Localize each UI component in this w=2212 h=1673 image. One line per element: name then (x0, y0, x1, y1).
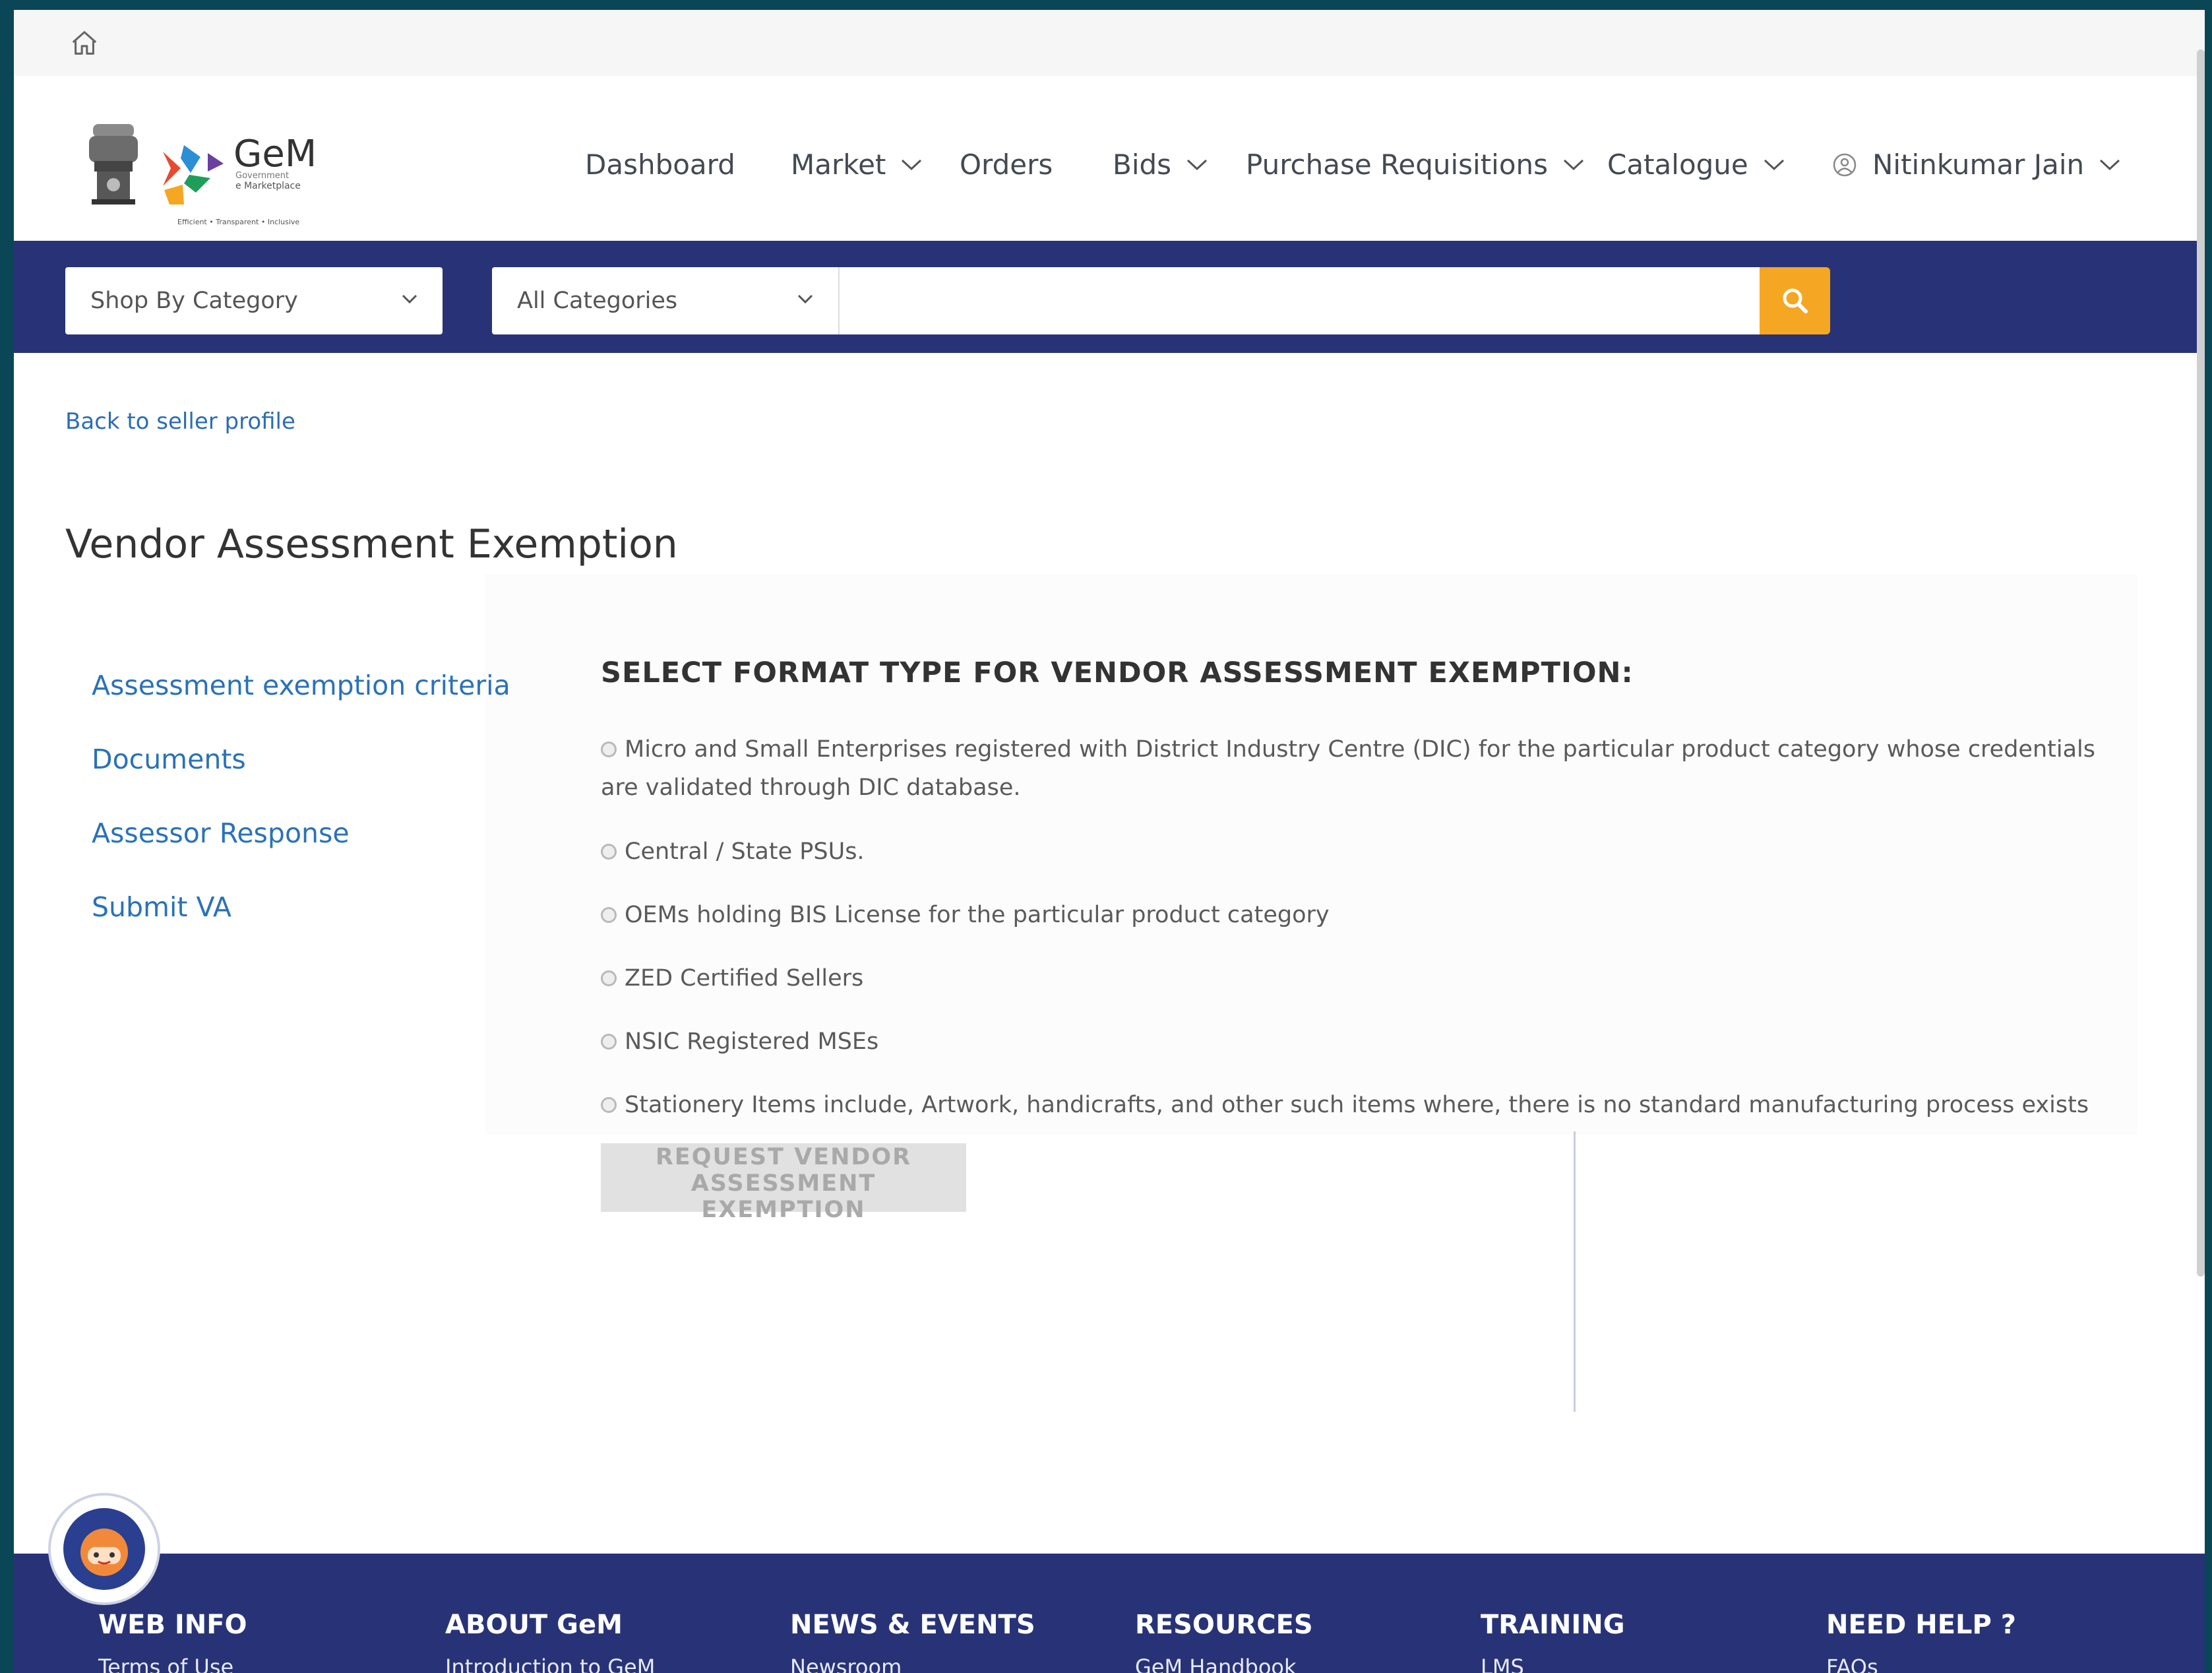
nav-catalogue[interactable]: Catalogue (1607, 148, 1785, 181)
search-bar: Shop By Category All Categories (14, 241, 2205, 353)
chat-assistant-icon (63, 1508, 145, 1590)
sidebar-nav: Assessment exemption criteria Documents … (92, 670, 510, 965)
chevron-down-icon (902, 159, 922, 170)
footer-heading: NEWS & EVENTS (790, 1610, 1035, 1640)
user-name: Nitinkumar Jain (1872, 148, 2085, 181)
radio-button[interactable] (601, 1097, 617, 1113)
radio-button[interactable] (601, 742, 617, 757)
nav-orders-label: Orders (960, 148, 1053, 181)
nav-dashboard-label: Dashboard (585, 148, 735, 181)
all-categories-label: All Categories (517, 288, 678, 314)
nav-orders[interactable]: Orders (960, 148, 1053, 181)
option-stationery-items[interactable]: Stationery Items include, Artwork, handi… (601, 1086, 2131, 1124)
option-label: OEMs holding BIS License for the particu… (625, 902, 1330, 928)
site-header: GeM Government e Marketplace Efficient •… (14, 76, 2205, 241)
footer-heading: RESOURCES (1135, 1610, 1313, 1640)
footer-col-about-gem: ABOUT GeM Introduction to GeM (445, 1610, 655, 1673)
option-zed-certified-sellers[interactable]: ZED Certified Sellers (601, 959, 2131, 997)
format-type-heading: SELECT FORMAT TYPE FOR VENDOR ASSESSMENT… (601, 656, 1634, 689)
nav-bids[interactable]: Bids (1113, 148, 1208, 181)
chevron-down-icon (1187, 159, 1208, 170)
nav-purchase-requisitions-label: Purchase Requisitions (1246, 148, 1549, 181)
gem-star-mark (163, 145, 224, 205)
option-label: Central / State PSUs. (625, 838, 865, 865)
nav-market-label: Market (791, 148, 886, 181)
shop-by-category-select[interactable]: Shop By Category (65, 267, 443, 334)
svg-text:Efficient • Transparent • Incl: Efficient • Transparent • Inclusive (177, 218, 299, 226)
svg-text:e Marketplace: e Marketplace (235, 181, 301, 191)
footer-link-newsroom[interactable]: Newsroom (790, 1655, 1035, 1673)
shop-by-category-label: Shop By Category (90, 288, 298, 314)
footer-col-training: TRAINING LMS (1481, 1610, 1625, 1673)
radio-button[interactable] (601, 907, 617, 923)
nav-catalogue-label: Catalogue (1607, 148, 1748, 181)
nav-user-menu[interactable]: Nitinkumar Jain (1831, 148, 2121, 181)
request-vendor-assessment-exemption-button[interactable]: REQUEST VENDOR ASSESSMENT EXEMPTION (601, 1143, 966, 1223)
chevron-down-icon (1764, 159, 1784, 170)
search-input[interactable] (840, 267, 1760, 334)
gem-logo[interactable]: GeM Government e Marketplace Efficient •… (85, 112, 375, 228)
page: GeM Government e Marketplace Efficient •… (14, 10, 2205, 1673)
sidebar-item-documents[interactable]: Documents (92, 743, 510, 775)
radio-button[interactable] (601, 970, 617, 986)
footer-heading: ABOUT GeM (445, 1610, 623, 1640)
back-to-seller-profile-link[interactable]: Back to seller profile (65, 408, 295, 435)
option-label: Micro and Small Enterprises registered w… (601, 736, 2096, 801)
user-icon (1833, 153, 1857, 176)
footer-col-need-help: NEED HELP ? FAQs (1826, 1610, 2016, 1673)
footer-heading: NEED HELP ? (1826, 1610, 2016, 1640)
chevron-down-icon (402, 294, 417, 304)
option-label: ZED Certified Sellers (625, 965, 864, 992)
option-label: Stationery Items include, Artwork, handi… (625, 1092, 2089, 1118)
search-button[interactable] (1760, 267, 1830, 334)
scrollbar[interactable] (2197, 49, 2205, 1277)
chevron-down-icon (797, 294, 813, 304)
nav-bids-label: Bids (1113, 148, 1172, 181)
footer-heading: WEB INFO (98, 1610, 247, 1640)
nav-dashboard[interactable]: Dashboard (585, 148, 735, 181)
sidebar-item-submit-va[interactable]: Submit VA (92, 891, 510, 923)
top-utility-bar (14, 10, 2205, 76)
footer-link-gem-handbook[interactable]: GeM Handbook (1135, 1655, 1313, 1673)
chat-assistant-button[interactable] (51, 1496, 158, 1602)
sidebar-item-assessor-response[interactable]: Assessor Response (92, 817, 510, 849)
all-categories-select[interactable]: All Categories (492, 267, 840, 334)
option-dic-registered-mse[interactable]: Micro and Small Enterprises registered w… (601, 730, 2131, 807)
chevron-down-icon (2100, 159, 2120, 170)
radio-button[interactable] (601, 844, 617, 860)
footer-col-web-info: WEB INFO Terms of Use (98, 1610, 247, 1673)
option-label: NSIC Registered MSEs (625, 1028, 879, 1055)
national-emblem-icon (89, 124, 138, 205)
page-title: Vendor Assessment Exemption (65, 521, 678, 567)
footer-link-introduction-to-gem[interactable]: Introduction to GeM (445, 1655, 655, 1673)
nav-market[interactable]: Market (791, 148, 923, 181)
nav-purchase-requisitions[interactable]: Purchase Requisitions (1246, 148, 1585, 181)
home-icon[interactable] (69, 28, 100, 59)
option-oems-bis-license[interactable]: OEMs holding BIS License for the particu… (601, 896, 2131, 934)
site-footer: WEB INFO Terms of Use ABOUT GeM Introduc… (14, 1554, 2205, 1673)
option-nsic-registered-mses[interactable]: NSIC Registered MSEs (601, 1023, 2131, 1061)
footer-link-lms[interactable]: LMS (1481, 1655, 1625, 1673)
radio-button[interactable] (601, 1034, 617, 1050)
footer-col-news-events: NEWS & EVENTS Newsroom (790, 1610, 1035, 1673)
sidebar-item-assessment-exemption-criteria[interactable]: Assessment exemption criteria (92, 670, 510, 701)
svg-text:GeM: GeM (233, 133, 317, 175)
chevron-down-icon (1564, 159, 1584, 170)
footer-link-faqs[interactable]: FAQs (1826, 1655, 2016, 1673)
search-icon (1783, 288, 1808, 313)
footer-col-resources: RESOURCES GeM Handbook (1135, 1610, 1313, 1673)
footer-link-terms-of-use[interactable]: Terms of Use (98, 1655, 247, 1673)
option-central-state-psus[interactable]: Central / State PSUs. (601, 833, 2131, 871)
footer-heading: TRAINING (1481, 1610, 1625, 1640)
divider (1574, 1131, 1576, 1412)
svg-text:Government: Government (235, 171, 289, 181)
